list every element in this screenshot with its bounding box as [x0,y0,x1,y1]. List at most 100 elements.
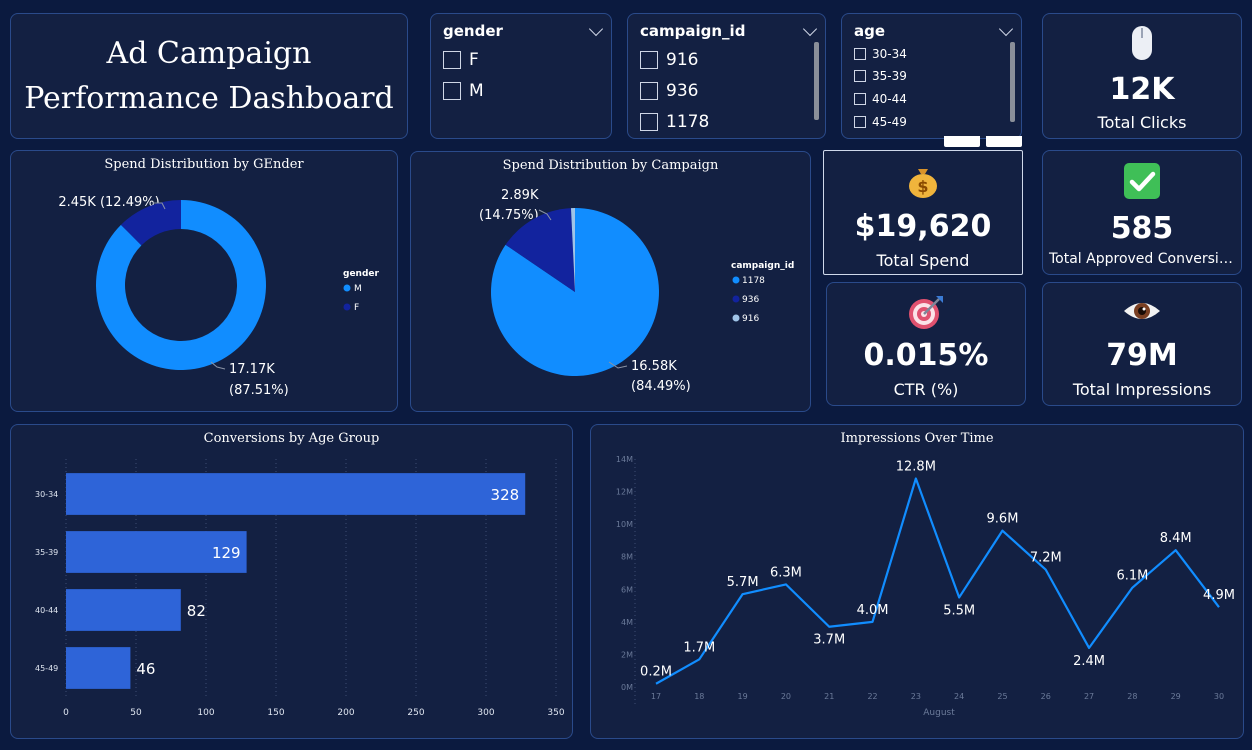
x-tick-label: 25 [997,692,1007,701]
x-tick-label: 27 [1084,692,1094,701]
dashboard-title-card: Ad Campaign Performance Dashboard [10,13,408,139]
age-option-45-49[interactable]: 45-49 [854,115,907,129]
kpi-label: CTR (%) [893,380,959,399]
x-tick-label: 24 [954,692,964,701]
gender-spend-chart[interactable]: Spend Distribution by GEnder 2.45K (12.4… [10,150,398,412]
kpi-card-clicks: 12K Total Clicks [1042,13,1242,139]
mouse-icon [1043,24,1241,69]
legend-label: 916 [742,314,759,324]
legend-label: M [354,284,362,294]
y-tick-label: 14M [616,455,633,464]
campaign-spend-chart[interactable]: Spend Distribution by Campaign 2.89K (14… [410,151,811,412]
checkbox[interactable] [854,116,866,128]
line-chart: August 0M 2M 4M 6M 8M 10M 12M 14M 17 18 19 20 21 22 23… [616,455,1235,718]
svg-text:$: $ [917,177,928,196]
impressions-time-chart[interactable]: Impressions Over Time August 0M 2M 4M 6M 8M 1… [590,424,1244,739]
x-tick-label: 150 [267,708,284,718]
campaign-option-936[interactable]: 936 [640,81,698,101]
y-tick-label: 10M [616,520,633,529]
campaign-slicer[interactable]: campaign_id 916 936 1178 [627,13,826,139]
legend-title: campaign_id [731,261,794,271]
kpi-value: 585 [1110,211,1174,246]
data-label: 17.17K [229,362,275,377]
y-tick-label: 12M [616,488,633,497]
scrollbar[interactable] [814,42,819,120]
checkbox[interactable] [640,82,658,100]
age-option-30-34[interactable]: 30-34 [854,47,907,61]
point-label: 6.3M [770,565,802,580]
data-label: (87.51%) [229,383,289,398]
point-label: 3.7M [813,633,845,648]
y-tick-label: 0M [621,683,633,692]
legend-marker-m [343,284,351,292]
kpi-label: Total Approved Conversio... [1049,251,1241,267]
scrollbar[interactable] [1010,42,1015,122]
legend-label: F [354,303,359,313]
kpi-value: 79M [1106,338,1178,373]
x-tick-label: 19 [738,692,748,701]
bar-40-44[interactable] [66,589,181,631]
x-tick-label: 22 [867,692,877,701]
campaign-option-916[interactable]: 916 [640,50,698,70]
chevron-down-icon[interactable] [588,21,604,37]
age-option-40-44[interactable]: 40-44 [854,92,907,106]
x-tick-label: 300 [477,708,494,718]
point-label: 2.4M [1073,654,1105,669]
kpi-label: Total Impressions [1072,380,1212,399]
kpi-label: Total Clicks [1097,113,1187,132]
campaign-option-1178[interactable]: 1178 [640,112,709,132]
checkbox[interactable] [640,113,658,131]
checkbox[interactable] [854,70,866,82]
bar-45-49[interactable] [66,647,131,689]
x-tick-label: 30 [1214,692,1224,701]
visual-header-button[interactable] [944,136,980,147]
gender-slicer-header: gender [443,22,503,40]
gender-option-m[interactable]: M [443,81,484,101]
x-tick-label: 29 [1171,692,1181,701]
campaign-slicer-header: campaign_id [640,22,746,40]
x-tick-label: 50 [130,708,142,718]
eye-icon [1043,295,1241,334]
data-label: 16.58K [631,359,677,374]
point-label: 4.9M [1203,588,1235,603]
gender-option-f[interactable]: F [443,50,479,70]
point-label: 5.5M [943,603,975,618]
point-label: 7.2M [1030,551,1062,566]
y-tick-label: 2M [621,650,633,659]
x-tick-label: 20 [781,692,791,701]
chevron-down-icon[interactable] [802,21,818,37]
kpi-card-conversions: 585 Total Approved Conversio... [1042,150,1242,275]
bar-value-label: 328 [491,486,520,504]
checkbox[interactable] [640,51,658,69]
visual-header-button[interactable] [986,136,1022,147]
y-tick-label: 35-39 [35,548,58,557]
checkbox[interactable] [443,51,461,69]
y-tick-label: 8M [621,553,633,562]
conversions-age-chart[interactable]: Conversions by Age Group 0 50 100 150 200 250… [10,424,573,739]
bar-chart: 0 50 100 150 200 250 300 350 30-34 328 35-39 129 40-… [35,459,565,718]
chevron-down-icon[interactable] [998,21,1014,37]
legend-marker-1178 [732,276,740,284]
x-tick-label: 250 [407,708,424,718]
age-option-35-39[interactable]: 35-39 [854,69,907,83]
dashboard-title: Ad Campaign Performance Dashboard [24,36,394,116]
x-tick-label: 26 [1041,692,1051,701]
gender-slicer[interactable]: gender F M [430,13,612,139]
legend-label: 936 [742,295,759,305]
bar-value-label: 82 [187,602,206,620]
checkbox[interactable] [443,82,461,100]
checkbox[interactable] [854,93,866,105]
x-tick-label: 23 [911,692,921,701]
x-tick-label: 18 [694,692,704,701]
point-label: 4.0M [857,603,889,618]
kpi-value: 12K [1109,72,1175,107]
y-tick-label: 6M [621,585,633,594]
point-label: 8.4M [1160,531,1192,546]
bar-30-34[interactable] [66,473,526,515]
data-label: 2.89K [501,188,539,203]
bar-value-label: 46 [136,660,155,678]
age-slicer[interactable]: age 30-34 35-39 40-44 45-49 [841,13,1022,139]
checkbox[interactable] [854,48,866,60]
x-tick-label: 0 [63,708,69,718]
data-label: (84.49%) [631,379,691,394]
